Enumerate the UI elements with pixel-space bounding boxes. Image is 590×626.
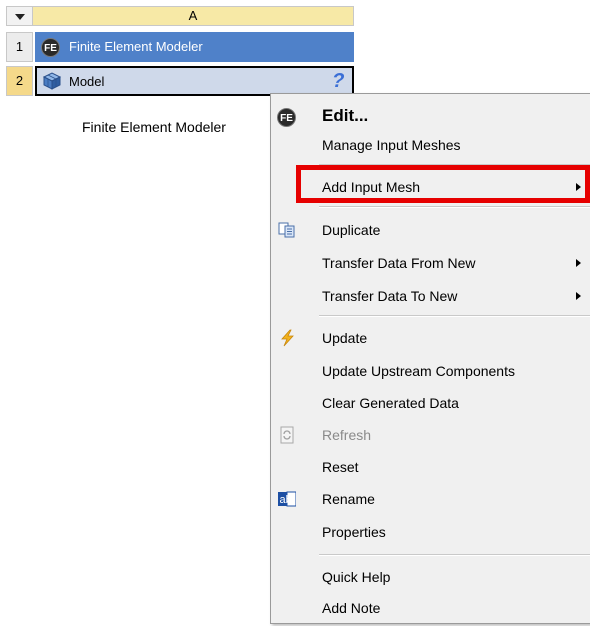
row-number-2: 2: [6, 66, 33, 96]
menu-item-label: Quick Help: [322, 569, 391, 585]
menu-item-add-note[interactable]: Add Note: [271, 595, 590, 621]
menu-item-manage-input-meshes[interactable]: Manage Input Meshes: [271, 132, 590, 158]
menu-item-label: Add Note: [322, 600, 381, 616]
refresh-icon: [280, 426, 294, 444]
highlight-box-add-input-mesh: [296, 165, 590, 203]
fe-icon: FE: [41, 38, 60, 57]
menu-item-label: Update: [322, 330, 368, 346]
fe-icon: FE: [277, 108, 296, 127]
menu-item-label: Reset: [322, 459, 359, 475]
menu-item-transfer-data-to-new[interactable]: Transfer Data To New: [271, 283, 590, 309]
menu-item-update[interactable]: Update: [271, 325, 590, 351]
menu-item-label: Refresh: [322, 427, 372, 443]
menu-item-label: Transfer Data From New: [322, 255, 476, 271]
column-header: A: [33, 6, 354, 26]
menu-item-duplicate[interactable]: Duplicate: [271, 217, 590, 243]
menu-item-clear-generated-data[interactable]: Clear Generated Data: [271, 390, 590, 416]
menu-item-label: Update Upstream Components: [322, 363, 515, 379]
menu-item-label: Rename: [322, 491, 375, 507]
menu-item-rename[interactable]: ab Rename: [271, 486, 590, 512]
duplicate-icon: [278, 222, 295, 238]
question-mark-icon: ?: [329, 70, 347, 92]
row-number-1: 1: [6, 32, 33, 62]
system-row-model[interactable]: Model ?: [35, 66, 354, 96]
menu-separator: [319, 554, 590, 556]
system-menu-dropdown[interactable]: [6, 6, 33, 26]
rename-icon: ab: [278, 491, 296, 507]
menu-item-label: Edit...: [322, 106, 369, 125]
lightning-icon: [281, 329, 294, 347]
menu-item-label: Manage Input Meshes: [322, 137, 461, 153]
system-row-finite-element-modeler[interactable]: FE Finite Element Modeler: [35, 32, 354, 62]
row-label: Finite Element Modeler: [69, 39, 203, 54]
menu-item-label: Duplicate: [322, 222, 381, 238]
menu-item-transfer-data-from-new[interactable]: Transfer Data From New: [271, 250, 590, 276]
menu-item-label: Clear Generated Data: [322, 395, 459, 411]
menu-item-properties[interactable]: Properties: [271, 519, 590, 545]
submenu-arrow-icon: [576, 259, 581, 267]
menu-item-label: Properties: [322, 524, 386, 540]
menu-separator: [319, 315, 590, 317]
system-caption[interactable]: Finite Element Modeler: [82, 119, 226, 135]
menu-item-refresh[interactable]: Refresh: [271, 422, 590, 448]
submenu-arrow-icon: [576, 292, 581, 300]
menu-separator: [319, 206, 590, 208]
model-cube-icon: [42, 72, 62, 90]
menu-item-label: Transfer Data To New: [322, 288, 458, 304]
menu-item-update-upstream-components[interactable]: Update Upstream Components: [271, 358, 590, 384]
menu-item-reset[interactable]: Reset: [271, 454, 590, 480]
menu-item-quick-help[interactable]: Quick Help: [271, 564, 590, 590]
row-label: Model: [69, 74, 105, 89]
menu-item-edit[interactable]: FE Edit...: [271, 104, 590, 130]
svg-text:ab: ab: [280, 494, 292, 506]
